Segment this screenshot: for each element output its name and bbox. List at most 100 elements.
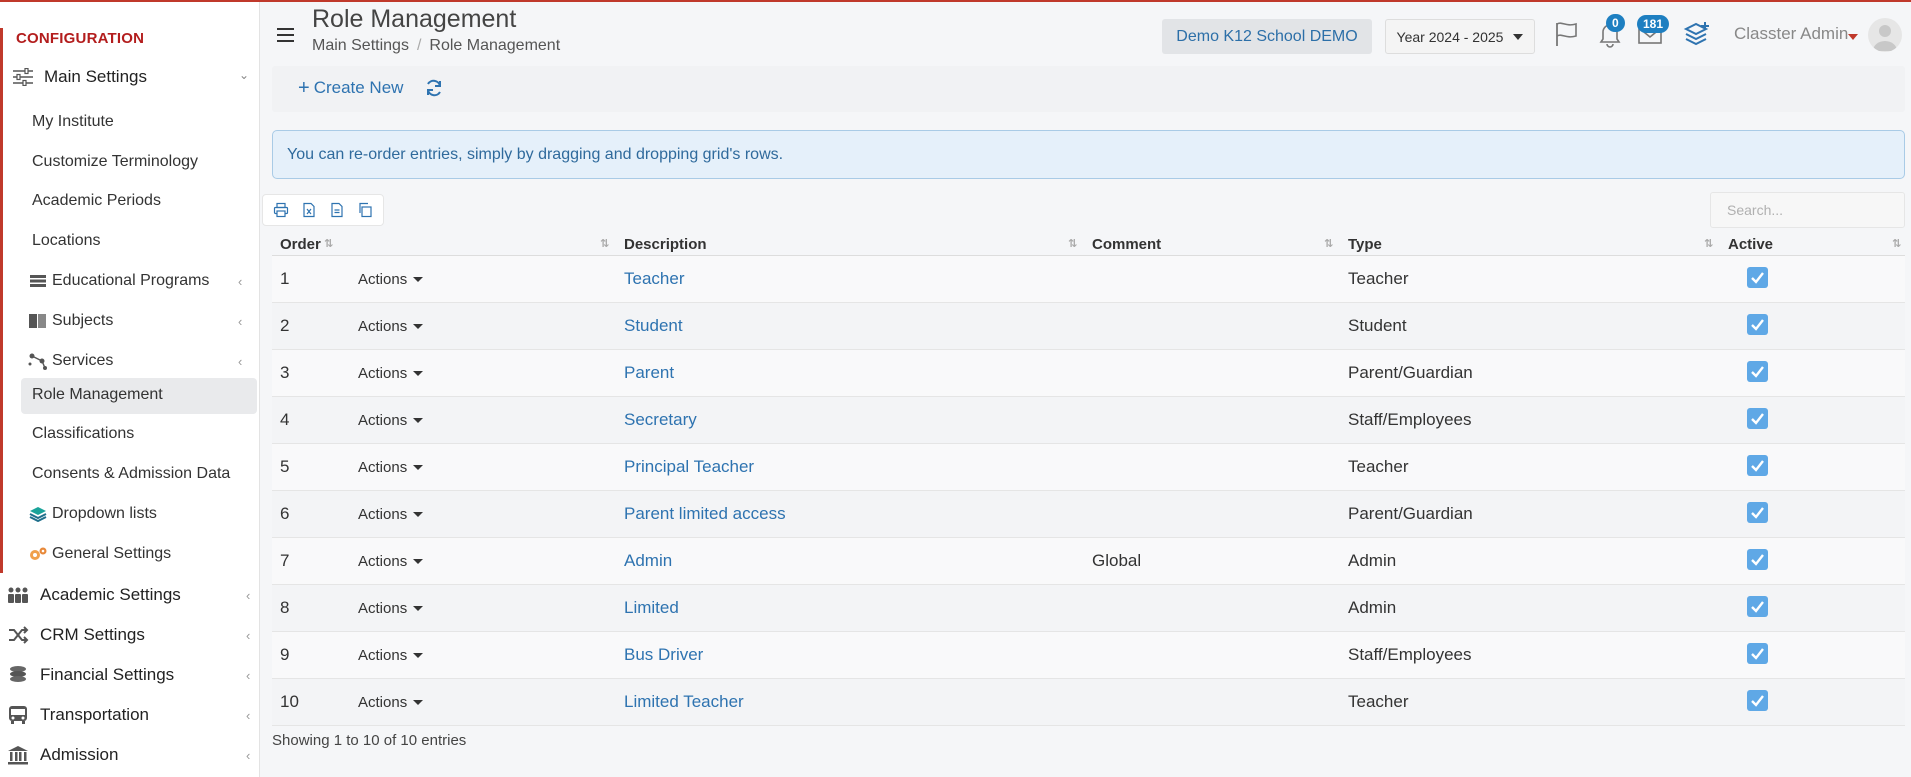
column-header-active[interactable]: Active (1728, 236, 1773, 253)
column-header-description[interactable]: Description (624, 236, 707, 253)
active-checkbox[interactable] (1747, 502, 1768, 523)
cell-order: 8 (280, 598, 290, 617)
actions-dropdown[interactable]: Actions (358, 459, 424, 476)
sidebar-item-transportation[interactable]: Transportation ‹ (6, 700, 256, 730)
actions-dropdown[interactable]: Actions (358, 600, 424, 617)
cell-description-link[interactable]: Principal Teacher (624, 457, 754, 477)
search-input[interactable] (1710, 192, 1905, 228)
avatar[interactable] (1868, 18, 1902, 52)
chevron-left-icon: ‹ (246, 747, 251, 763)
breadcrumb-item[interactable]: Main Settings (312, 37, 409, 54)
actions-dropdown[interactable]: Actions (358, 365, 424, 382)
csv-icon[interactable] (329, 202, 345, 218)
table-row[interactable]: 2 Actions Student Student (272, 303, 1905, 350)
sidebar-item-main-settings[interactable]: Main Settings ⌄ (12, 64, 257, 90)
table-row[interactable]: 6 Actions Parent limited access Parent/Guar… (272, 491, 1905, 538)
column-header-type[interactable]: Type (1348, 236, 1382, 253)
column-header-order[interactable]: Order (280, 236, 321, 253)
caret-down-icon (413, 324, 424, 329)
actions-dropdown[interactable]: Actions (358, 271, 424, 288)
sidebar-item-financial-settings[interactable]: Financial Settings ‹ (6, 660, 256, 690)
table-row[interactable]: 10 Actions Limited Teacher Teacher (272, 679, 1905, 726)
active-checkbox[interactable] (1747, 455, 1768, 476)
school-selector-button[interactable]: Demo K12 School DEMO (1162, 19, 1372, 54)
sidebar-item-locations[interactable]: Locations (32, 227, 101, 255)
check-icon (1751, 413, 1764, 425)
table-row[interactable]: 9 Actions Bus Driver Staff/Employees (272, 632, 1905, 679)
menu-toggle-icon[interactable] (277, 28, 294, 42)
chevron-left-icon: ‹ (246, 667, 251, 683)
sidebar-item-general-settings[interactable]: General Settings (28, 540, 171, 568)
table-row[interactable]: 4 Actions Secretary Staff/Employees (272, 397, 1905, 444)
active-checkbox[interactable] (1747, 596, 1768, 617)
check-icon (1751, 695, 1764, 707)
check-icon (1751, 319, 1764, 331)
chevron-left-icon: ‹ (246, 627, 251, 643)
sidebar-item-subjects[interactable]: Subjects ‹ (28, 307, 242, 335)
cell-description-link[interactable]: Secretary (624, 410, 697, 430)
cell-type: Parent/Guardian (1348, 504, 1473, 523)
create-new-button[interactable]: + Create New (298, 78, 403, 98)
sidebar-item-educational-programs[interactable]: Educational Programs ‹ (28, 267, 242, 295)
sidebar-item-my-institute[interactable]: My Institute (32, 108, 114, 136)
sidebar: CONFIGURATION Main Settings ⌄ My Institu… (0, 2, 260, 777)
table-row[interactable]: 3 Actions Parent Parent/Guardian (272, 350, 1905, 397)
actions-dropdown[interactable]: Actions (358, 647, 424, 664)
active-checkbox[interactable] (1747, 549, 1768, 570)
sliders-icon (13, 68, 33, 86)
cell-description-link[interactable]: Student (624, 316, 683, 336)
cell-type: Parent/Guardian (1348, 363, 1473, 382)
sidebar-item-classifications[interactable]: Classifications (32, 420, 134, 448)
column-header-comment[interactable]: Comment (1092, 236, 1161, 253)
cell-description-link[interactable]: Teacher (624, 269, 684, 289)
cell-description-link[interactable]: Limited Teacher (624, 692, 744, 712)
cell-description-link[interactable]: Limited (624, 598, 679, 618)
sort-icon[interactable]: ⇅ (1892, 237, 1901, 250)
sidebar-item-academic-settings[interactable]: Academic Settings ‹ (6, 580, 256, 610)
print-icon[interactable] (273, 202, 289, 218)
sidebar-item-admission[interactable]: Admission ‹ (6, 740, 256, 770)
caret-down-icon[interactable] (1848, 34, 1858, 40)
cell-description-link[interactable]: Admin (624, 551, 672, 571)
sidebar-item-customize-terminology[interactable]: Customize Terminology (32, 148, 198, 176)
table-row[interactable]: 7 Actions Admin Global Admin (272, 538, 1905, 585)
sidebar-item-academic-periods[interactable]: Academic Periods (32, 187, 161, 215)
sidebar-item-consents-admission-data[interactable]: Consents & Admission Data (32, 460, 230, 488)
cell-description-link[interactable]: Parent limited access (624, 504, 786, 524)
actions-dropdown[interactable]: Actions (358, 553, 424, 570)
cell-order: 10 (280, 692, 299, 711)
active-checkbox[interactable] (1747, 267, 1768, 288)
table-row[interactable]: 5 Actions Principal Teacher Teacher (272, 444, 1905, 491)
flag-icon[interactable] (1552, 20, 1580, 48)
year-select[interactable]: Year 2024 - 2025 (1385, 19, 1535, 54)
actions-dropdown[interactable]: Actions (358, 318, 424, 335)
sidebar-item-crm-settings[interactable]: CRM Settings ‹ (6, 620, 256, 650)
active-checkbox[interactable] (1747, 361, 1768, 382)
sort-icon[interactable]: ⇅ (600, 237, 609, 250)
cell-description-link[interactable]: Parent (624, 363, 674, 383)
sidebar-item-dropdown-lists[interactable]: Dropdown lists (28, 500, 157, 528)
sort-icon[interactable]: ⇅ (1068, 237, 1077, 250)
copy-icon[interactable] (357, 202, 373, 218)
sidebar-item-role-management[interactable]: Role Management (32, 381, 163, 409)
actions-dropdown[interactable]: Actions (358, 412, 424, 429)
refresh-icon[interactable] (424, 78, 444, 98)
active-checkbox[interactable] (1747, 314, 1768, 335)
sidebar-item-services[interactable]: Services ‹ (28, 347, 242, 375)
table-row[interactable]: 8 Actions Limited Admin (272, 585, 1905, 632)
sort-icon[interactable]: ⇅ (1704, 237, 1713, 250)
cell-description-link[interactable]: Bus Driver (624, 645, 703, 665)
active-checkbox[interactable] (1747, 690, 1768, 711)
actions-label: Actions (358, 412, 408, 429)
user-icon (1873, 25, 1897, 51)
layers-add-icon[interactable] (1683, 20, 1711, 48)
actions-dropdown[interactable]: Actions (358, 694, 424, 711)
sort-icon[interactable]: ⇅ (1324, 237, 1333, 250)
sort-asc-icon[interactable]: ⇅ (324, 237, 333, 250)
actions-dropdown[interactable]: Actions (358, 506, 424, 523)
active-checkbox[interactable] (1747, 408, 1768, 429)
active-checkbox[interactable] (1747, 643, 1768, 664)
table-row[interactable]: 1 Actions Teacher Teacher (272, 256, 1905, 303)
user-name[interactable]: Classter Admin (1734, 24, 1848, 44)
excel-icon[interactable] (301, 202, 317, 218)
